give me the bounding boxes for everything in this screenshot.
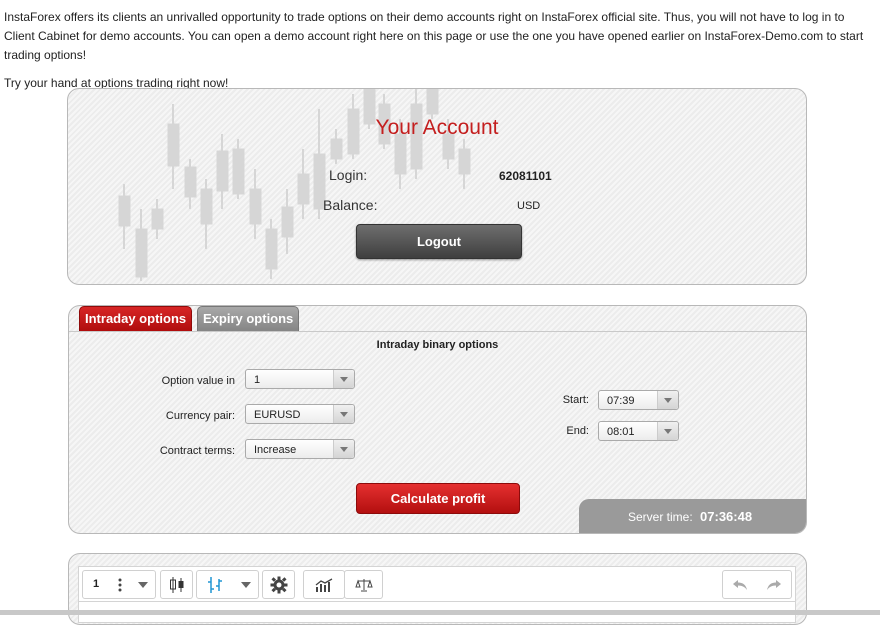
logout-button[interactable]: Logout [356, 224, 522, 259]
end-label: End: [566, 425, 589, 437]
chevron-down-icon [333, 370, 354, 388]
intro-paragraph: InstaForex offers its clients an unrival… [4, 10, 864, 62]
chevron-down-icon[interactable] [235, 571, 257, 598]
login-label: Login: [329, 167, 368, 183]
history-controls [722, 570, 792, 599]
compare-icon[interactable] [344, 570, 383, 599]
login-value: 62081101 [499, 169, 552, 183]
contract-terms-text: Increase [254, 444, 297, 456]
balance-label: Balance: [323, 197, 378, 213]
options-panel: Intraday options Expiry options Intraday… [68, 305, 807, 534]
tab-divider [69, 331, 806, 332]
end-time-text: 08:01 [607, 426, 635, 438]
currency-pair-text: EURUSD [254, 409, 301, 421]
start-time-select[interactable]: 07:39 [598, 390, 679, 410]
server-time-label: Server time: [628, 510, 693, 524]
more-vertical-icon[interactable] [111, 571, 129, 598]
chevron-down-icon[interactable] [133, 571, 153, 598]
start-time-text: 07:39 [607, 395, 635, 407]
account-title: Your Account [375, 116, 499, 139]
undo-icon[interactable] [723, 571, 757, 598]
currency-pair-select[interactable]: EURUSD [245, 404, 355, 424]
server-time-bar: Server time: 07:36:48 [579, 499, 806, 533]
account-panel: Your Account Login: 62081101 Balance: US… [67, 88, 807, 285]
indicators-icon[interactable] [303, 570, 345, 599]
option-value-text: 1 [254, 374, 261, 386]
option-value-label: Option value in [161, 375, 235, 387]
contract-terms-label: Contract terms: [159, 445, 235, 457]
server-time-value: 07:36:48 [700, 509, 753, 524]
calculate-profit-button[interactable]: Calculate profit [356, 483, 520, 514]
gear-icon[interactable] [262, 570, 295, 599]
end-time-select[interactable]: 08:01 [598, 421, 679, 441]
chart-toolbar: 1 [78, 566, 796, 602]
balance-value: USD [517, 200, 541, 212]
redo-icon[interactable] [757, 571, 791, 598]
tab-expiry-options[interactable]: Expiry options [197, 306, 300, 332]
tab-intraday-options[interactable]: Intraday options [79, 306, 193, 332]
page-scrollbar[interactable] [0, 610, 880, 615]
chevron-down-icon [333, 440, 354, 458]
chevron-down-icon [657, 422, 678, 440]
bar-chart-icon[interactable] [197, 571, 233, 598]
intro-text: InstaForex offers its clients an unrival… [4, 8, 874, 93]
interval-value: 1 [93, 578, 100, 590]
contract-terms-select[interactable]: Increase [245, 439, 355, 459]
start-label: Start: [562, 394, 589, 406]
chevron-down-icon [657, 391, 678, 409]
options-heading: Intraday binary options [376, 339, 499, 351]
chart-type-selector[interactable] [196, 570, 259, 599]
candlestick-icon[interactable] [160, 570, 193, 599]
currency-pair-label: Currency pair: [165, 410, 235, 422]
interval-selector[interactable]: 1 [82, 570, 156, 599]
option-value-select[interactable]: 1 [245, 369, 355, 389]
chevron-down-icon [333, 405, 354, 423]
